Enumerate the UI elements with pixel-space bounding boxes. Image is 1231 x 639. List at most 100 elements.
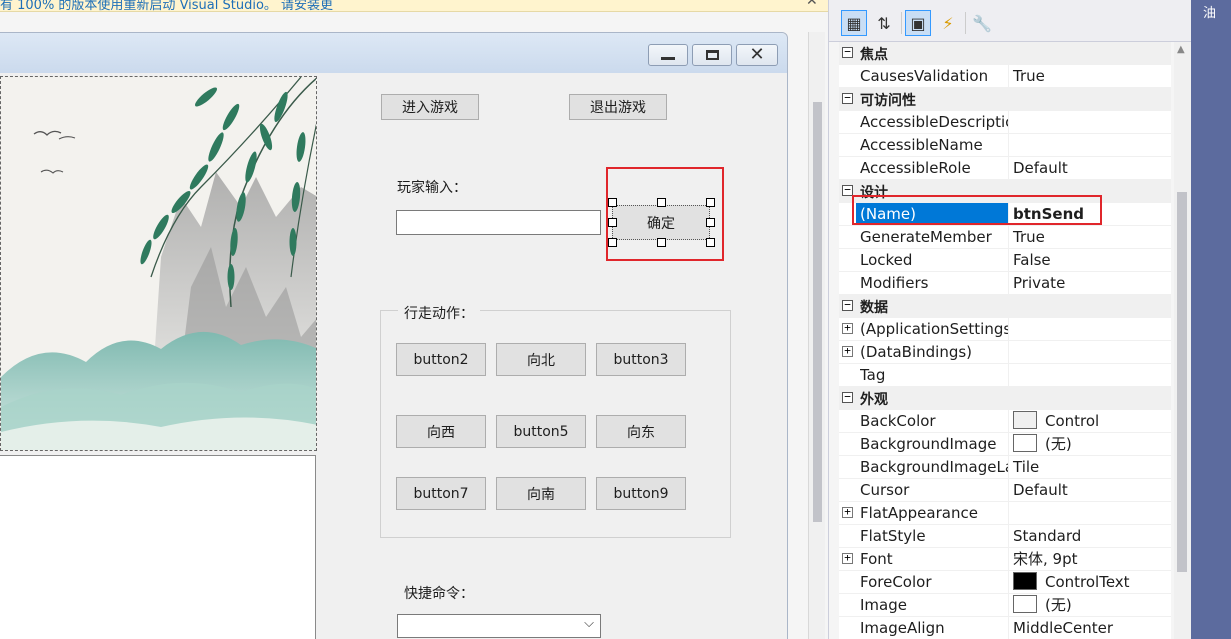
- property-row[interactable]: AccessibleRole Default: [839, 157, 1171, 180]
- side-panel-label[interactable]: 油: [1203, 2, 1216, 21]
- property-row[interactable]: ImageAlign MiddleCenter: [839, 617, 1171, 639]
- property-name[interactable]: Modifiers: [860, 274, 1008, 292]
- property-category-row[interactable]: − 可访问性: [839, 88, 1171, 111]
- properties-scrollbar[interactable]: ▲: [1174, 42, 1191, 639]
- property-category-row[interactable]: − 焦点: [839, 42, 1171, 65]
- minimize-button[interactable]: [648, 44, 688, 66]
- property-name[interactable]: FlatStyle: [860, 527, 1008, 545]
- property-value[interactable]: (无): [1008, 433, 1171, 456]
- property-value[interactable]: ControlText: [1008, 571, 1171, 594]
- property-row[interactable]: CausesValidation True: [839, 65, 1171, 88]
- property-name[interactable]: Locked: [860, 251, 1008, 269]
- walk-button-9[interactable]: button9: [596, 477, 686, 510]
- categorized-view-icon[interactable]: ▦: [841, 10, 867, 36]
- info-bar-close-icon[interactable]: ✕: [806, 0, 818, 9]
- exit-game-button[interactable]: 退出游戏: [569, 94, 667, 120]
- property-row[interactable]: AccessibleDescriptic: [839, 111, 1171, 134]
- property-name[interactable]: Cursor: [860, 481, 1008, 499]
- property-row[interactable]: BackColor Control: [839, 410, 1171, 433]
- property-row[interactable]: FlatStyle Standard: [839, 525, 1171, 548]
- maximize-button[interactable]: [692, 44, 732, 66]
- property-name[interactable]: CausesValidation: [860, 67, 1008, 85]
- property-value[interactable]: [1008, 318, 1171, 341]
- walk-button-5[interactable]: button5: [496, 415, 586, 448]
- property-category-row[interactable]: − 外观: [839, 387, 1171, 410]
- close-button[interactable]: ✕: [736, 44, 778, 66]
- chevron-down-icon[interactable]: ⌵: [584, 616, 594, 631]
- property-row[interactable]: GenerateMember True: [839, 226, 1171, 249]
- property-row[interactable]: + (ApplicationSettings: [839, 318, 1171, 341]
- west-button[interactable]: 向西: [396, 415, 486, 448]
- properties-scrollbar-thumb[interactable]: [1177, 192, 1187, 572]
- property-value[interactable]: (无): [1008, 594, 1171, 617]
- east-button[interactable]: 向东: [596, 415, 686, 448]
- south-button[interactable]: 向南: [496, 477, 586, 510]
- player-input-field[interactable]: [396, 210, 601, 235]
- property-name[interactable]: BackgroundImageLa: [860, 458, 1008, 476]
- property-value[interactable]: MiddleCenter: [1008, 617, 1171, 639]
- property-name[interactable]: AccessibleDescriptic: [860, 113, 1008, 131]
- scene-picture-box[interactable]: [0, 76, 317, 451]
- property-row[interactable]: Modifiers Private: [839, 272, 1171, 295]
- expand-icon[interactable]: +: [842, 506, 853, 518]
- property-name[interactable]: ForeColor: [860, 573, 1008, 591]
- property-value[interactable]: [1008, 111, 1171, 134]
- property-row[interactable]: + (DataBindings): [839, 341, 1171, 364]
- property-value[interactable]: Tile: [1008, 456, 1171, 479]
- walk-button-3[interactable]: button3: [596, 343, 686, 376]
- property-value[interactable]: Standard: [1008, 525, 1171, 548]
- designer-scrollbar-thumb[interactable]: [813, 102, 822, 522]
- properties-view-icon[interactable]: ▣: [905, 10, 931, 36]
- property-name[interactable]: Font: [860, 550, 1008, 568]
- property-name[interactable]: (DataBindings): [860, 343, 1008, 361]
- collapse-icon[interactable]: −: [842, 46, 853, 58]
- property-row[interactable]: BackgroundImage (无): [839, 433, 1171, 456]
- shortcut-combobox[interactable]: ⌵: [397, 614, 601, 638]
- wrench-icon[interactable]: 🔧: [969, 10, 995, 36]
- property-value[interactable]: Private: [1008, 272, 1171, 295]
- property-name[interactable]: ImageAlign: [860, 619, 1008, 637]
- property-name[interactable]: BackColor: [860, 412, 1008, 430]
- property-name[interactable]: BackgroundImage: [860, 435, 1008, 453]
- property-row[interactable]: BackgroundImageLa Tile: [839, 456, 1171, 479]
- property-value[interactable]: Default: [1008, 157, 1171, 180]
- property-name[interactable]: GenerateMember: [860, 228, 1008, 246]
- walk-button-2[interactable]: button2: [396, 343, 486, 376]
- property-category-row[interactable]: − 数据: [839, 295, 1171, 318]
- property-value[interactable]: [1008, 502, 1171, 525]
- scroll-up-icon[interactable]: ▲: [1177, 44, 1185, 55]
- property-row[interactable]: ForeColor ControlText: [839, 571, 1171, 594]
- property-value[interactable]: False: [1008, 249, 1171, 272]
- property-row[interactable]: Image (无): [839, 594, 1171, 617]
- alphabetical-sort-icon[interactable]: ⇅: [871, 10, 897, 36]
- collapse-icon[interactable]: −: [842, 92, 853, 104]
- property-row[interactable]: + FlatAppearance: [839, 502, 1171, 525]
- property-name[interactable]: AccessibleRole: [860, 159, 1008, 177]
- property-value[interactable]: [1008, 134, 1171, 157]
- output-panel[interactable]: [0, 455, 316, 639]
- property-value[interactable]: Default: [1008, 479, 1171, 502]
- enter-game-button[interactable]: 进入游戏: [381, 94, 479, 120]
- property-row[interactable]: Locked False: [839, 249, 1171, 272]
- property-value[interactable]: 宋体, 9pt: [1008, 548, 1171, 571]
- property-row[interactable]: AccessibleName: [839, 134, 1171, 157]
- collapse-icon[interactable]: −: [842, 391, 853, 403]
- property-name[interactable]: Image: [860, 596, 1008, 614]
- property-value[interactable]: Control: [1008, 410, 1171, 433]
- expand-icon[interactable]: +: [842, 345, 853, 357]
- property-row[interactable]: Cursor Default: [839, 479, 1171, 502]
- property-name[interactable]: FlatAppearance: [860, 504, 1008, 522]
- property-row[interactable]: Tag: [839, 364, 1171, 387]
- walk-button-7[interactable]: button7: [396, 477, 486, 510]
- property-row[interactable]: + Font 宋体, 9pt: [839, 548, 1171, 571]
- property-value[interactable]: [1008, 341, 1171, 364]
- collapse-icon[interactable]: −: [842, 299, 853, 311]
- property-value[interactable]: True: [1008, 226, 1171, 249]
- property-name[interactable]: (ApplicationSettings: [860, 320, 1008, 338]
- north-button[interactable]: 向北: [496, 343, 586, 376]
- events-view-icon[interactable]: ⚡: [935, 10, 961, 36]
- designer-scrollbar[interactable]: [808, 32, 825, 639]
- property-name[interactable]: AccessibleName: [860, 136, 1008, 154]
- property-name[interactable]: Tag: [860, 366, 1008, 384]
- expand-icon[interactable]: +: [842, 322, 853, 334]
